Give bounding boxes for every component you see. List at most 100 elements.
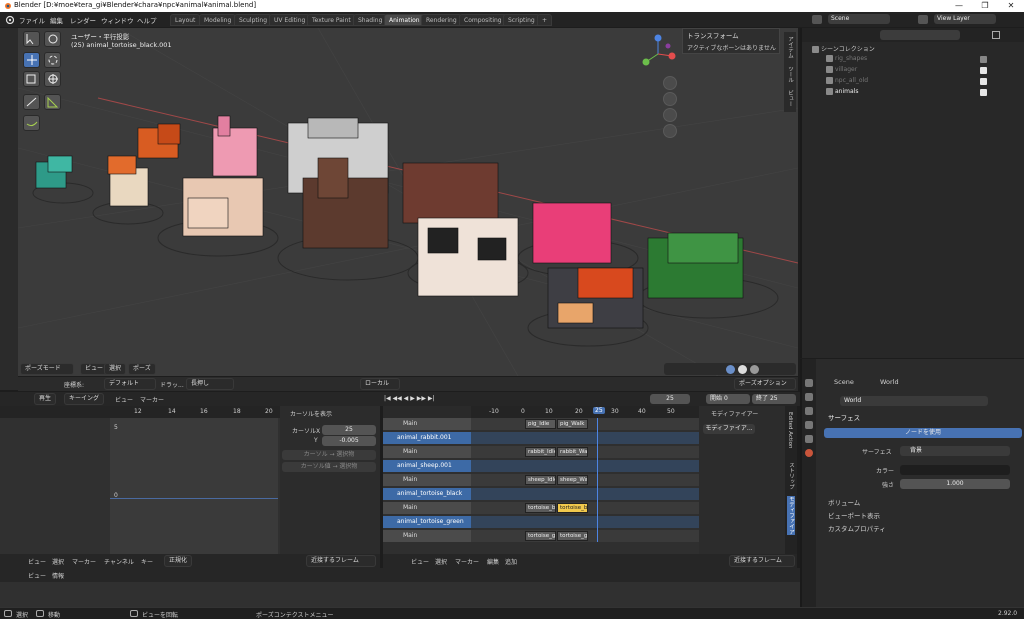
world-name-field[interactable]: World [840,396,988,406]
nla-object-track[interactable]: animal_rabbit.001 [383,432,471,444]
start-frame-field[interactable]: 開始 0 [706,394,750,404]
viewport-display-section[interactable]: ビューポート表示 [828,510,880,520]
outliner-root[interactable]: シーンコレクション [812,44,875,53]
solid-shading-icon[interactable] [726,365,735,374]
minimize-button[interactable]: — [946,0,972,12]
view-layer-selector[interactable]: View Layer [934,14,996,24]
nla-object-track[interactable]: animal_sheep.001 [383,460,471,472]
material-shading-icon[interactable] [738,365,747,374]
viewport-menu-pose[interactable]: ポーズ [128,363,156,375]
tab-shading[interactable]: Shading [353,14,388,26]
nla-menu-edit[interactable]: 編集 [487,557,499,566]
view-layer-icon[interactable] [918,15,928,24]
tab-modeling[interactable]: Modeling [199,14,237,26]
menu-window[interactable]: ウィンドウ [101,15,134,25]
graph-area[interactable]: 5 0 [110,418,278,554]
info-menu-view[interactable]: ビュー [28,571,46,580]
tab-tool[interactable]: ツール [786,66,794,83]
tab-scripting[interactable]: Scripting [503,14,540,26]
nla-search-bar[interactable] [383,406,471,418]
nla-strip[interactable]: tortoise_g [557,531,588,541]
tab-item[interactable]: アイテム [786,36,794,58]
normalize-toggle[interactable]: 正規化 [164,555,193,567]
world-tab-icon[interactable] [805,449,813,457]
render-tab-icon[interactable] [805,393,813,401]
outliner-search-input[interactable] [880,30,960,40]
outliner-item-rig-shapes[interactable]: rig_shapes [826,55,867,62]
nla-action-track[interactable]: Main [383,446,471,458]
modifier-panel-title[interactable]: モディファイアー [711,409,758,418]
nla-menu-view[interactable]: ビュー [411,557,429,566]
nla-strip[interactable]: sheep_Walk [557,475,588,485]
nla-menu-add[interactable]: 追加 [505,557,517,566]
color-swatch[interactable] [900,465,1010,475]
tool-tab-icon[interactable] [805,379,813,387]
tab-strip[interactable]: ストリップ [787,462,795,490]
strength-field[interactable]: 1.000 [900,479,1010,489]
tab-animation[interactable]: Animation [384,14,425,26]
outliner-item-animals[interactable]: animals [826,88,858,95]
current-frame-marker[interactable]: 25 [593,407,605,414]
end-frame-field[interactable]: 終了 25 [752,394,796,404]
tab-texture-paint[interactable]: Texture Paint [307,14,356,26]
outliner-item-npc-all-old[interactable]: npc_all_old [826,77,868,84]
timeline-menu-view[interactable]: ビュー [115,395,133,404]
info-menu-info[interactable]: 情報 [52,571,64,580]
graph-editor[interactable]: 12 14 16 18 20 5 0 カーソルを表示 カーソルX 25 Y -0… [0,406,380,554]
graph-menu-channel[interactable]: チャンネル [104,557,134,566]
filter-icon[interactable] [992,31,1000,39]
nla-strip[interactable]: tortoise_b [525,503,556,513]
outliner-item-villager[interactable]: villager [826,66,857,73]
current-frame-field[interactable]: 25 [650,394,690,404]
output-tab-icon[interactable] [805,407,813,415]
coord-selector[interactable]: デフォルト [104,378,156,390]
nla-action-track[interactable]: Main [383,474,471,486]
nla-strip[interactable]: tortoise_b [557,503,588,513]
nla-snap-selector[interactable]: 近接するフレーム [729,555,795,567]
pose-tool[interactable] [23,115,40,131]
tab-modifiers[interactable]: モディファイア [787,496,795,535]
blender-menu-icon[interactable] [4,15,14,24]
pivot-selector[interactable]: ローカル [360,378,400,390]
graph-menu-select[interactable]: 選択 [52,557,64,566]
annotate-tool[interactable] [23,94,40,110]
nla-strip[interactable]: tortoise_g [525,531,556,541]
nla-object-track[interactable]: animal_tortoise_green [383,516,471,528]
pose-options-button[interactable]: ポーズオプション [734,378,796,390]
tab-view[interactable]: ビュー [786,90,794,107]
volume-section[interactable]: ボリューム [828,497,860,507]
cursor-y-field[interactable]: -0.005 [322,436,376,446]
close-button[interactable]: ✕ [998,0,1024,12]
playback-controls[interactable]: |◀ ◀◀ ◀ ▶ ▶▶ ▶| [384,395,435,402]
surface-section-header[interactable]: サーフェス [828,412,860,422]
nla-strip[interactable]: sheep_Idle [525,475,556,485]
tab-uv-editing[interactable]: UV Editing [269,14,311,26]
cursor-panel-title[interactable]: カーソルを表示 [290,409,332,418]
nla-strip[interactable]: rabbit_Idle [525,447,556,457]
3d-viewport[interactable]: ユーザー・平行投影 (25) animal_tortoise_black.001… [18,28,798,376]
nla-strip[interactable]: pig_Idle [525,419,556,429]
cursor-tool[interactable] [44,31,61,47]
scene-icon[interactable] [812,15,822,24]
visibility-checkbox[interactable] [980,56,987,63]
use-nodes-button[interactable]: ノードを使用 [824,428,1022,438]
shading-controls[interactable] [664,363,796,375]
surface-shader-field[interactable]: 背景 [900,446,1010,456]
select-tool[interactable] [23,31,40,47]
nla-object-track[interactable]: animal_tortoise_black [383,488,471,500]
maximize-button[interactable]: ❐ [972,0,998,12]
tab-compositing[interactable]: Compositing [459,14,507,26]
visibility-checkbox[interactable] [980,67,987,74]
tab-sculpting[interactable]: Sculpting [234,14,273,26]
scale-tool[interactable] [23,71,40,87]
custom-properties-section[interactable]: カスタムプロパティ [828,523,886,533]
nla-strip[interactable]: pig_Walk [557,419,588,429]
snap-mode-selector[interactable]: 近接するフレーム [306,555,376,567]
camera-icon[interactable] [663,108,677,122]
nla-action-track[interactable]: Main [383,418,471,430]
move-tool[interactable] [23,52,40,68]
add-modifier-button[interactable]: モディファイア... [703,424,755,434]
scene-tab-icon[interactable] [805,435,813,443]
cursor-value-to-selected-button[interactable]: カーソル値 → 選択物 [282,462,376,472]
keying-menu[interactable]: キーイング [64,393,105,405]
